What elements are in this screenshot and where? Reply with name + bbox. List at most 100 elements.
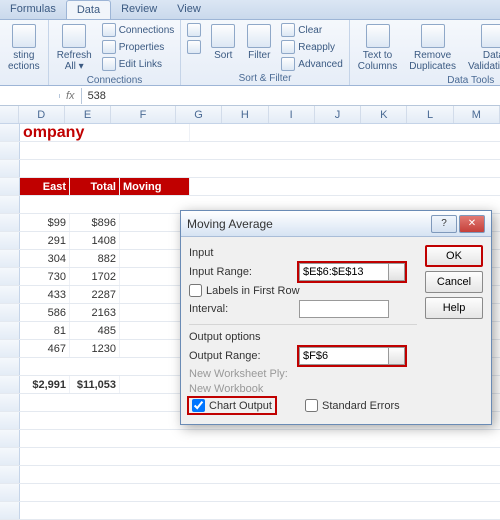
cancel-button[interactable]: Cancel (425, 271, 483, 293)
row-head[interactable] (0, 376, 20, 393)
refresh-all-label: Refresh All ▾ (57, 50, 92, 72)
cell[interactable]: 304 (20, 250, 70, 267)
col-d[interactable]: D (19, 106, 65, 123)
row-head[interactable] (0, 250, 20, 267)
interval-field[interactable] (299, 300, 389, 318)
col-e[interactable]: E (65, 106, 111, 123)
row-head[interactable] (0, 268, 20, 285)
col-f[interactable]: F (111, 106, 176, 123)
labels-first-row-checkbox[interactable] (189, 284, 202, 297)
standard-errors-checkbox[interactable] (305, 399, 318, 412)
input-range-field[interactable] (299, 263, 389, 281)
row-head[interactable] (0, 340, 20, 357)
col-j[interactable]: J (315, 106, 361, 123)
dialog-titlebar[interactable]: Moving Average ? ✕ (181, 211, 491, 237)
cell[interactable]: 467 (20, 340, 70, 357)
cell[interactable]: 81 (20, 322, 70, 339)
text-to-columns-icon (366, 24, 390, 48)
total-east[interactable]: $2,991 (20, 376, 70, 393)
interval-label: Interval: (189, 303, 299, 315)
tab-review[interactable]: Review (111, 0, 167, 19)
sort-az-button[interactable] (185, 22, 203, 38)
cell[interactable]: 882 (70, 250, 120, 267)
filter-icon (247, 24, 271, 48)
row-head[interactable] (0, 502, 20, 519)
dialog-close-button[interactable]: ✕ (459, 215, 485, 233)
cell[interactable]: 485 (70, 322, 120, 339)
cell[interactable]: 1230 (70, 340, 120, 357)
row-head[interactable] (0, 286, 20, 303)
col-l[interactable]: L (407, 106, 453, 123)
refresh-icon (62, 24, 86, 48)
tab-data[interactable]: Data (66, 0, 111, 19)
output-range-picker[interactable] (389, 347, 405, 365)
col-k[interactable]: K (361, 106, 407, 123)
data-validation-button[interactable]: Data Validation ▾ (464, 22, 500, 74)
advanced-icon (281, 57, 295, 71)
row-head[interactable] (0, 142, 20, 159)
row-head[interactable] (0, 322, 20, 339)
select-all-corner[interactable] (0, 106, 19, 123)
row-head[interactable] (0, 394, 20, 411)
sort-za-button[interactable] (185, 39, 203, 55)
row-head[interactable] (0, 304, 20, 321)
connections-button[interactable]: Connections (100, 22, 177, 38)
help-button[interactable]: Help (425, 297, 483, 319)
text-to-columns-button[interactable]: Text to Columns (354, 22, 401, 74)
cell[interactable]: 1702 (70, 268, 120, 285)
data-validation-icon (481, 24, 500, 48)
group-connections: Refresh All ▾ Connections Properties Edi… (49, 20, 182, 85)
output-range-field[interactable] (299, 347, 389, 365)
cell[interactable]: 2163 (70, 304, 120, 321)
edit-links-button[interactable]: Edit Links (100, 56, 177, 72)
row-head[interactable] (0, 160, 20, 177)
name-box[interactable] (0, 94, 60, 98)
remove-duplicates-button[interactable]: Remove Duplicates (405, 22, 460, 74)
cell[interactable]: 291 (20, 232, 70, 249)
row-head[interactable] (0, 412, 20, 429)
row-head[interactable] (0, 430, 20, 447)
cell[interactable]: 730 (20, 268, 70, 285)
row-head[interactable] (0, 178, 20, 195)
col-i[interactable]: I (269, 106, 315, 123)
ribbon: sting ections Refresh All ▾ Connections … (0, 20, 500, 86)
row-head[interactable] (0, 196, 20, 213)
col-m[interactable]: M (454, 106, 500, 123)
header-total: Total (70, 178, 120, 195)
col-g[interactable]: G (176, 106, 222, 123)
row-head[interactable] (0, 214, 20, 231)
row-head[interactable] (0, 232, 20, 249)
row-head[interactable] (0, 448, 20, 465)
cell[interactable]: $896 (70, 214, 120, 231)
advanced-button[interactable]: Advanced (279, 56, 344, 72)
sort-icon (211, 24, 235, 48)
header-east: East (20, 178, 70, 195)
total-all[interactable]: $11,053 (70, 376, 120, 393)
cell[interactable]: 2287 (70, 286, 120, 303)
tab-formulas[interactable]: Formulas (0, 0, 66, 19)
sort-button[interactable]: Sort (207, 22, 239, 63)
tab-view[interactable]: View (167, 0, 211, 19)
chart-output-checkbox[interactable] (192, 399, 205, 412)
fx-icon[interactable]: fx (60, 88, 82, 104)
cell[interactable]: 1408 (70, 232, 120, 249)
formula-input[interactable]: 538 (82, 88, 112, 104)
input-range-picker[interactable] (389, 263, 405, 281)
reapply-button[interactable]: Reapply (279, 39, 344, 55)
group-external: sting ections (0, 20, 49, 85)
filter-button[interactable]: Filter (243, 22, 275, 63)
dialog-help-button[interactable]: ? (431, 215, 457, 233)
row-head[interactable] (0, 124, 20, 141)
cell[interactable]: 433 (20, 286, 70, 303)
clear-button[interactable]: Clear (279, 22, 344, 38)
row-head[interactable] (0, 466, 20, 483)
row-head[interactable] (0, 484, 20, 501)
row-head[interactable] (0, 358, 20, 375)
col-h[interactable]: H (222, 106, 268, 123)
refresh-all-button[interactable]: Refresh All ▾ (53, 22, 96, 74)
existing-connections-button[interactable]: sting ections (4, 22, 44, 74)
cell[interactable]: 586 (20, 304, 70, 321)
cell[interactable]: $99 (20, 214, 70, 231)
properties-button[interactable]: Properties (100, 39, 177, 55)
ok-button[interactable]: OK (425, 245, 483, 267)
